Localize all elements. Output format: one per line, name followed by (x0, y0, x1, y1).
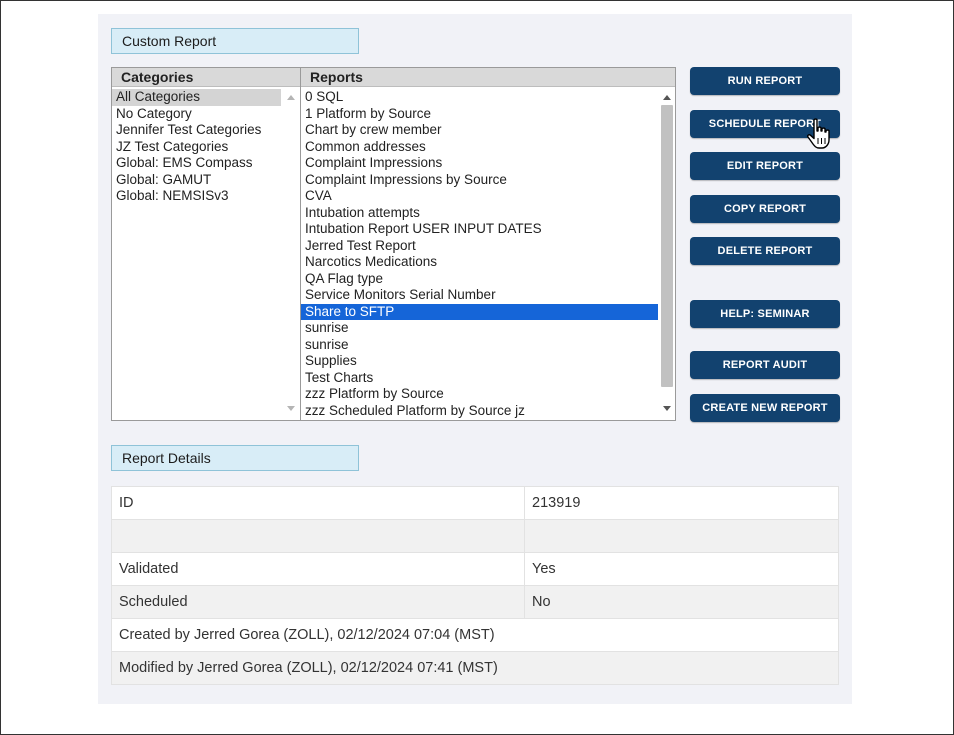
validated-value: Yes (524, 552, 839, 586)
category-list-item[interactable]: JZ Test Categories (112, 139, 281, 156)
report-list-item[interactable]: Common addresses (301, 139, 658, 156)
categories-scrollbar[interactable] (283, 89, 299, 419)
category-list-item[interactable]: No Category (112, 106, 281, 123)
details-row-created: Created by Jerred Gorea (ZOLL), 02/12/20… (111, 618, 839, 652)
details-row-blank (111, 519, 839, 553)
report-audit-button[interactable]: REPORT AUDIT (690, 351, 840, 379)
run-report-button[interactable]: RUN REPORT (690, 67, 840, 95)
report-details-header: Report Details (111, 445, 359, 471)
report-list-item[interactable]: Service Monitors Serial Number (301, 287, 658, 304)
id-value: 213919 (524, 486, 839, 520)
categories-listbox[interactable]: Categories All Categories No Category Jenn… (111, 67, 301, 421)
blank-label (111, 519, 525, 553)
category-list-item[interactable]: Global: EMS Compass (112, 155, 281, 172)
report-list-item[interactable]: zzz Scheduled Platform by Source jz (301, 403, 658, 420)
report-list-item[interactable]: QA Flag type (301, 271, 658, 288)
scroll-down-arrow-icon[interactable] (663, 406, 671, 411)
category-list-item[interactable]: All Categories (112, 89, 281, 106)
custom-report-header: Custom Report (111, 28, 359, 54)
reports-column-header: Reports (301, 68, 675, 87)
categories-column-header: Categories (112, 68, 300, 87)
report-list-item[interactable]: Share to SFTP (301, 303, 658, 320)
report-list-item[interactable]: 1 Platform by Source (301, 106, 658, 123)
report-list-item[interactable]: Intubation Report USER INPUT DATES (301, 221, 658, 238)
report-list-item[interactable]: zzz Platform by Source (301, 386, 658, 403)
details-row-id: ID 213919 (111, 486, 839, 520)
scheduled-value: No (524, 585, 839, 619)
reports-list[interactable]: 0 SQL 1 Platform by Source Chart by crew m… (301, 89, 658, 419)
report-list-item[interactable]: Narcotics Medications (301, 254, 658, 271)
category-list-item[interactable]: Global: GAMUT (112, 172, 281, 189)
scroll-down-arrow-icon[interactable] (287, 406, 295, 411)
help-seminar-button[interactable]: HELP: SEMINAR (690, 300, 840, 328)
report-list-item[interactable]: Supplies (301, 353, 658, 370)
report-list-item[interactable]: Intubation attempts (301, 205, 658, 222)
details-row-modified: Modified by Jerred Gorea (ZOLL), 02/12/2… (111, 651, 839, 685)
report-list-item[interactable]: 0 SQL (301, 89, 658, 106)
validated-label: Validated (111, 552, 525, 586)
report-list-item[interactable]: Chart by crew member (301, 122, 658, 139)
create-new-report-button[interactable]: CREATE NEW REPORT (690, 394, 840, 422)
report-list-item[interactable]: Complaint Impressions by Source (301, 172, 658, 189)
category-list-item[interactable]: Jennifer Test Categories (112, 122, 281, 139)
edit-report-button[interactable]: EDIT REPORT (690, 152, 840, 180)
blank-value (524, 519, 839, 553)
report-list-item[interactable]: Jerred Test Report (301, 238, 658, 255)
modified-info: Modified by Jerred Gorea (ZOLL), 02/12/2… (111, 651, 839, 685)
categories-list[interactable]: All Categories No Category Jennifer Test C… (112, 89, 281, 205)
scroll-up-arrow-icon[interactable] (287, 95, 295, 100)
category-list-item[interactable]: Global: NEMSISv3 (112, 188, 281, 205)
scheduled-label: Scheduled (111, 585, 525, 619)
details-row-validated: Validated Yes (111, 552, 839, 586)
scroll-up-arrow-icon[interactable] (663, 95, 671, 100)
hand-pointer-icon (807, 118, 830, 149)
report-list-item[interactable]: Complaint Impressions (301, 155, 658, 172)
details-row-scheduled: Scheduled No (111, 585, 839, 619)
report-details-table: ID 213919 Validated Yes Scheduled No Cre… (111, 486, 839, 685)
report-list-item[interactable]: sunrise (301, 337, 658, 354)
report-list-item[interactable]: sunrise (301, 320, 658, 337)
delete-report-button[interactable]: DELETE REPORT (690, 237, 840, 265)
reports-listbox[interactable]: Reports 0 SQL 1 Platform by Source Chart b… (300, 67, 676, 421)
reports-scrollbar[interactable] (659, 89, 675, 419)
id-label: ID (111, 486, 525, 520)
copy-report-button[interactable]: COPY REPORT (690, 195, 840, 223)
created-info: Created by Jerred Gorea (ZOLL), 02/12/20… (111, 618, 839, 652)
report-list-item[interactable]: Test Charts (301, 370, 658, 387)
report-list-item[interactable]: CVA (301, 188, 658, 205)
reports-scrollbar-thumb[interactable] (661, 105, 673, 387)
